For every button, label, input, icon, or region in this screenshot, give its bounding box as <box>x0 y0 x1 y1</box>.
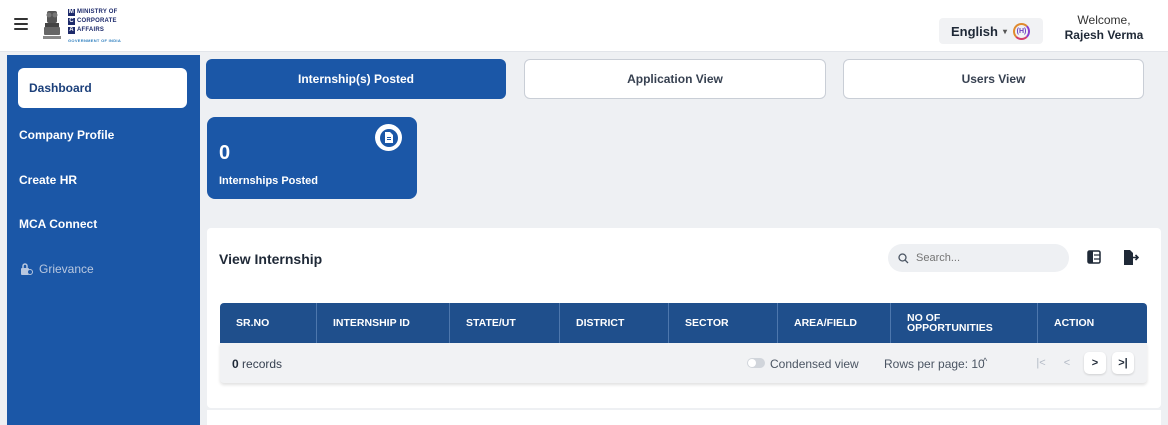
column-header-action[interactable]: ACTION <box>1038 303 1147 343</box>
records-count: 0 records <box>232 357 282 371</box>
rows-per-page-label[interactable]: Rows per page: 10 <box>884 357 985 371</box>
column-header-sector[interactable]: SECTOR <box>669 303 778 343</box>
sidebar-item-label: Company Profile <box>19 128 115 142</box>
language-selector[interactable]: English ▾ (H) <box>939 18 1043 44</box>
sidebar-item-mca-connect[interactable]: MCA Connect <box>19 217 97 231</box>
last-page-icon[interactable]: >| <box>1112 352 1134 374</box>
column-header-opportunities[interactable]: NO OF OPPORTUNITIES <box>891 303 1038 343</box>
search-input[interactable] <box>916 252 1056 264</box>
logo-line-2: CORPORATE <box>77 17 117 24</box>
panel-title: View Internship <box>219 251 323 267</box>
chevron-up-icon[interactable]: ^ <box>983 356 987 366</box>
sidebar-item-create-hr[interactable]: Create HR <box>19 173 77 187</box>
document-icon <box>375 124 402 151</box>
internships-posted-card[interactable]: 0 Internships Posted <box>207 117 417 199</box>
user-menu-chevron-icon[interactable]: ⌄ <box>1136 28 1144 39</box>
hindi-language-icon[interactable]: (H) <box>1012 22 1030 40</box>
sidebar-item-label: MCA Connect <box>19 217 98 231</box>
logo-letter-m: M <box>68 8 75 16</box>
tab-label: Application View <box>627 72 723 86</box>
national-emblem-icon <box>40 9 64 43</box>
chevron-down-icon: ▾ <box>1002 26 1007 36</box>
logo-letter-c: C <box>68 17 75 25</box>
condensed-view-label: Condensed view <box>770 357 859 371</box>
search-icon <box>898 252 909 263</box>
table-footer: 0 records Condensed view Rows per page: … <box>220 343 1147 383</box>
bottom-panel-edge <box>207 410 1161 425</box>
tab-label: Internship(s) Posted <box>297 72 414 86</box>
condensed-view-toggle[interactable] <box>747 358 765 368</box>
column-header-state-ut[interactable]: STATE/UT <box>450 303 560 343</box>
tab-application-view[interactable]: Application View <box>524 59 826 99</box>
stat-value: 0 <box>219 142 231 164</box>
sidebar-item-label: Grievance <box>39 262 94 276</box>
previous-page-icon[interactable]: < <box>1056 352 1078 374</box>
next-page-icon[interactable]: > <box>1084 352 1106 374</box>
column-header-internship-id[interactable]: INTERNSHIP ID <box>317 303 450 343</box>
export-icon[interactable] <box>1123 250 1140 270</box>
sidebar-item-label: Create HR <box>19 173 78 187</box>
records-label: records <box>238 357 283 371</box>
column-header-area-field[interactable]: AREA/FIELD <box>778 303 891 343</box>
welcome-text: Welcome, <box>1077 13 1131 27</box>
tab-label: Users View <box>961 72 1026 86</box>
logo-line-3: AFFAIRS <box>77 26 105 33</box>
search-box[interactable] <box>888 244 1069 272</box>
sidebar-item-grievance[interactable]: Grievance <box>19 262 94 276</box>
logo-subtitle: GOVERNMENT OF INDIA <box>68 37 122 43</box>
stat-label: Internships Posted <box>219 175 319 187</box>
logo-letter-a: A <box>68 26 75 34</box>
top-bar: M MINISTRY OF C CORPORATE A AFFAIRS GOVERNM… <box>0 0 1168 52</box>
tab-internships-posted[interactable]: Internship(s) Posted <box>206 59 506 99</box>
lock-icon <box>21 263 33 275</box>
column-header-sr-no[interactable]: SR.NO <box>220 303 317 343</box>
hamburger-menu-icon[interactable] <box>14 18 28 30</box>
view-internship-panel: View Internship SR.NO INTERNSHIP ID STAT… <box>207 228 1161 408</box>
columns-icon[interactable] <box>1087 250 1101 269</box>
sidebar: Dashboard Company Profile Create HR MCA … <box>7 55 200 425</box>
sidebar-item-label: Dashboard <box>29 81 92 95</box>
mca-logo[interactable]: M MINISTRY OF C CORPORATE A AFFAIRS GOVERNM… <box>40 8 150 44</box>
table-header: SR.NO INTERNSHIP ID STATE/UT DISTRICT SE… <box>220 303 1147 343</box>
tab-users-view[interactable]: Users View <box>843 59 1144 99</box>
column-header-district[interactable]: DISTRICT <box>560 303 669 343</box>
language-label: English <box>951 23 998 39</box>
logo-line-1: MINISTRY OF <box>77 8 118 15</box>
first-page-icon[interactable]: |< <box>1030 352 1052 374</box>
sidebar-item-dashboard[interactable]: Dashboard <box>18 68 187 108</box>
sidebar-item-company-profile[interactable]: Company Profile <box>19 128 114 142</box>
records-number: 0 <box>232 357 239 371</box>
